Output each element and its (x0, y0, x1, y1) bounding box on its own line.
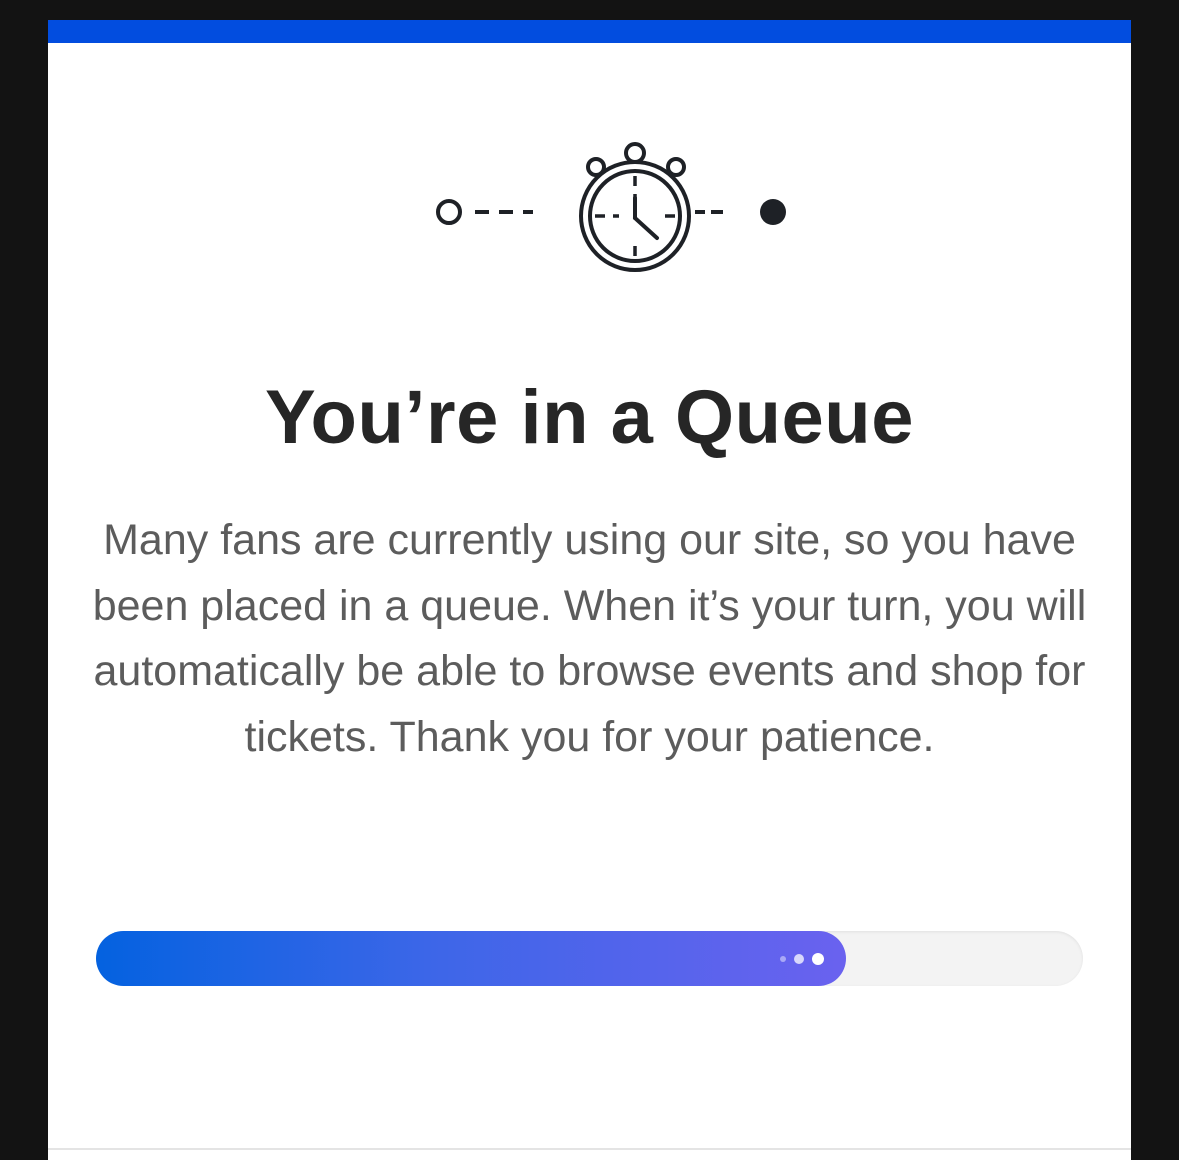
queue-message: Many fans are currently using our site, … (92, 516, 1087, 761)
modal-accent-bar (48, 20, 1131, 43)
queue-stopwatch-icon (436, 142, 786, 272)
loading-dot (812, 953, 825, 965)
loading-dot (780, 956, 787, 962)
queue-modal: You’re in a Queue Many fans are currentl… (48, 20, 1131, 1160)
queue-progress-fill (96, 931, 847, 986)
loading-dot (794, 954, 805, 964)
queue-start-dot-icon (436, 199, 462, 225)
loading-dots-icon (780, 953, 825, 965)
modal-bottom-divider (48, 1148, 1131, 1150)
queue-progress-bar (96, 931, 1083, 986)
queue-end-dot-icon (760, 199, 786, 225)
queue-title: You’re in a Queue (264, 375, 914, 460)
